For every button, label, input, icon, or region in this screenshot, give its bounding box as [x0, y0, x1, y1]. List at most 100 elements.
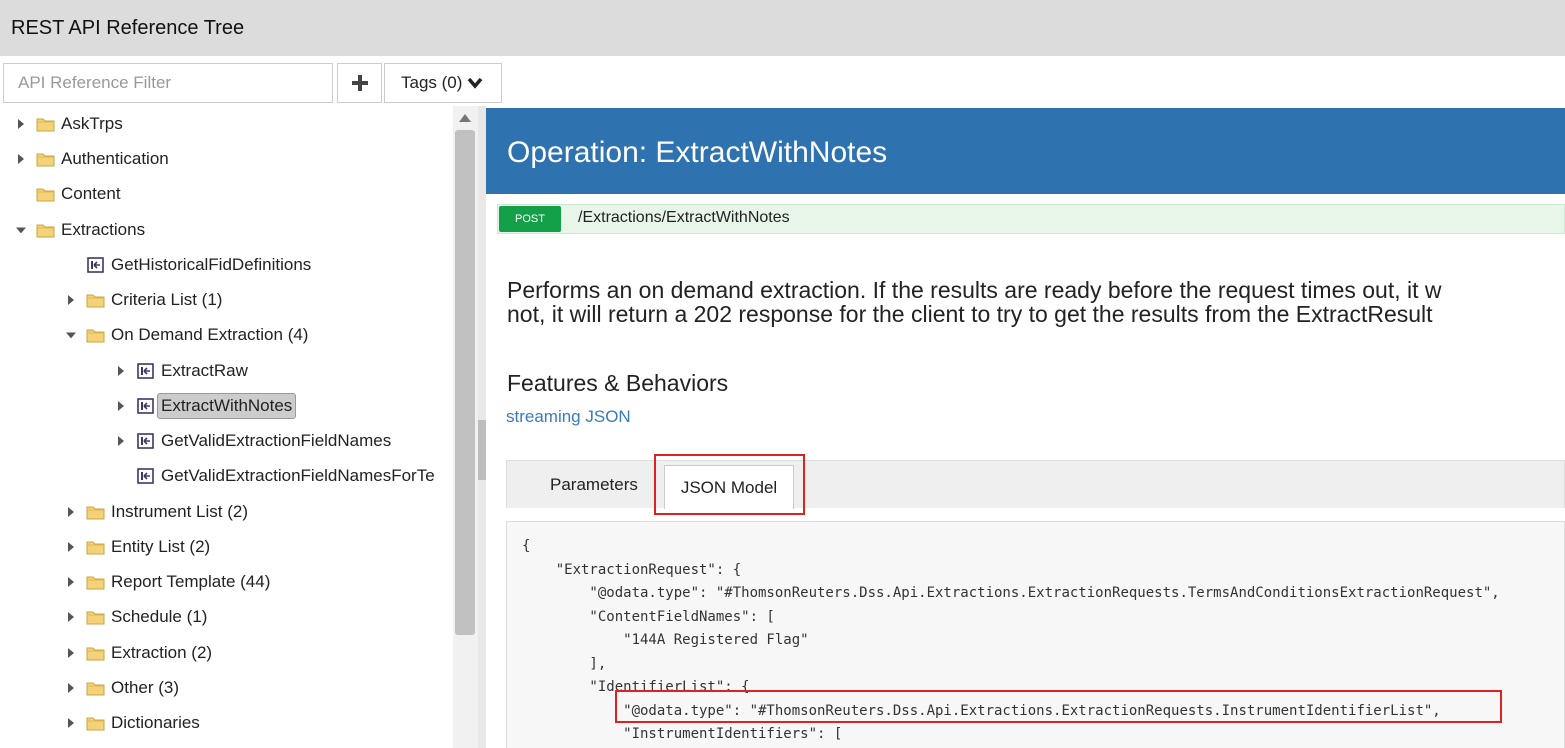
- scrollbar-thumb[interactable]: [455, 130, 475, 635]
- folder-icon: [36, 118, 55, 132]
- tree-item-authentication[interactable]: Authentication: [16, 146, 169, 172]
- expand-arrow-icon[interactable]: [66, 541, 76, 553]
- tree-item-label: Content: [61, 184, 121, 203]
- streaming-json-link[interactable]: streaming JSON: [506, 407, 631, 427]
- tree-item-label: AskTrps: [61, 114, 123, 133]
- tree-item-extractions[interactable]: Extractions: [16, 217, 145, 243]
- operation-icon: [137, 468, 154, 484]
- description-line: not, it will return a 202 response for t…: [507, 301, 1433, 327]
- folder-icon: [86, 717, 105, 731]
- code-line: "@odata.type": "#ThomsonReuters.Dss.Api.…: [522, 702, 1441, 719]
- tree-item-instrument-list[interactable]: Instrument List (2): [66, 499, 248, 525]
- folder-icon: [36, 224, 55, 238]
- splitter-handle[interactable]: [478, 420, 486, 480]
- app-title: REST API Reference Tree: [11, 17, 245, 39]
- operation-icon: [137, 433, 154, 449]
- tree-item-extraction[interactable]: Extraction (2): [66, 640, 212, 666]
- collapse-arrow-icon[interactable]: [16, 224, 26, 236]
- folder-icon: [86, 647, 105, 661]
- expand-arrow-icon[interactable]: [16, 118, 26, 130]
- tree-item-label: ExtractWithNotes: [157, 393, 297, 419]
- endpoint-path: /Extractions/ExtractWithNotes: [578, 209, 790, 226]
- api-reference-tree: AskTrps Authentication Content Extractions G…: [0, 106, 455, 748]
- folder-icon: [86, 541, 105, 555]
- collapse-arrow-icon[interactable]: [66, 329, 76, 341]
- tree-item-extractwithnotes[interactable]: ExtractWithNotes: [116, 393, 297, 419]
- tree-item-label: ExtractRaw: [161, 361, 248, 380]
- tree-item-label: GetHistoricalFidDefinitions: [111, 255, 312, 274]
- tree-item-entity-list[interactable]: Entity List (2): [66, 534, 210, 560]
- expand-arrow-icon[interactable]: [66, 611, 76, 623]
- tree-item-report-template[interactable]: Report Template (44): [66, 569, 270, 595]
- expand-arrow-icon[interactable]: [66, 682, 76, 694]
- folder-icon: [36, 188, 55, 202]
- folder-icon: [36, 153, 55, 167]
- folder-icon: [86, 506, 105, 520]
- tree-item-label: Criteria List (1): [111, 290, 223, 309]
- code-line: "ExtractionRequest": {: [522, 561, 742, 578]
- tree-item-label: Authentication: [61, 149, 169, 168]
- tree-item-gethistoricalfiddefinitions[interactable]: GetHistoricalFidDefinitions: [66, 252, 311, 278]
- folder-icon: [86, 682, 105, 696]
- tree-item-schedule[interactable]: Schedule (1): [66, 604, 207, 630]
- expand-arrow-icon[interactable]: [116, 365, 126, 377]
- code-line: "InstrumentIdentifiers": [: [522, 726, 843, 742]
- expand-arrow-icon[interactable]: [66, 717, 76, 729]
- tab-parameters[interactable]: Parameters: [550, 461, 638, 509]
- expand-arrow-icon[interactable]: [66, 506, 76, 518]
- tree-item-label: Report Template (44): [111, 572, 271, 591]
- tree-item-criteria-list[interactable]: Criteria List (1): [66, 287, 222, 313]
- tags-label: Tags (0): [401, 73, 463, 92]
- tree-item-extractraw[interactable]: ExtractRaw: [116, 358, 248, 384]
- tree-item-asktrps[interactable]: AskTrps: [16, 111, 123, 137]
- tree-item-label: Dictionaries: [111, 713, 200, 732]
- tree-item-label: Schedule (1): [111, 607, 208, 626]
- tree-item-label: Extractions: [61, 220, 146, 239]
- description-line: Performs an on demand extraction. If the…: [507, 277, 1442, 303]
- expand-arrow-icon[interactable]: [116, 400, 126, 412]
- chevron-down-icon: [468, 77, 483, 89]
- scroll-up-arrow-icon[interactable]: [459, 114, 471, 122]
- folder-icon: [86, 576, 105, 590]
- tree-item-content[interactable]: Content: [16, 181, 121, 207]
- operation-icon: [87, 257, 104, 273]
- expand-arrow-icon[interactable]: [116, 435, 126, 447]
- code-line: "ContentFieldNames": [: [522, 608, 775, 625]
- expand-arrow-icon[interactable]: [16, 153, 26, 165]
- tree-item-label: GetValidExtractionFieldNamesForTe: [161, 466, 435, 485]
- operation-description: Performs an on demand extraction. If the…: [507, 278, 1565, 326]
- tags-dropdown-button[interactable]: Tags (0): [384, 63, 502, 103]
- expand-arrow-icon[interactable]: [66, 647, 76, 659]
- endpoint-bar: POST /Extractions/ExtractWithNotes: [497, 204, 1565, 234]
- code-line: ],: [522, 655, 607, 672]
- main-content: Operation: ExtractWithNotes POST /Extrac…: [486, 106, 1565, 748]
- operation-header: Operation: ExtractWithNotes: [486, 108, 1565, 194]
- expand-arrow-icon[interactable]: [66, 576, 76, 588]
- tabs-bar: Parameters JSON Model: [506, 460, 1565, 509]
- tree-item-label: Instrument List (2): [111, 502, 248, 521]
- tree-item-dictionaries[interactable]: Dictionaries: [66, 710, 200, 736]
- operation-title: Operation: ExtractWithNotes: [507, 136, 888, 169]
- tree-item-on-demand-extraction[interactable]: On Demand Extraction (4): [66, 322, 308, 348]
- expand-arrow-icon[interactable]: [66, 294, 76, 306]
- tab-json-model[interactable]: JSON Model: [664, 465, 794, 509]
- folder-icon: [86, 611, 105, 625]
- plus-icon: [351, 75, 368, 91]
- code-line: "144A Registered Flag": [522, 632, 809, 648]
- tree-scrollbar[interactable]: [453, 106, 478, 748]
- tree-item-other[interactable]: Other (3): [66, 675, 179, 701]
- tree-item-label: GetValidExtractionFieldNames: [161, 431, 392, 450]
- http-method-badge: POST: [499, 206, 561, 232]
- json-model-code: { "ExtractionRequest": { "@odata.type": …: [506, 521, 1565, 748]
- operation-icon: [137, 363, 154, 379]
- operation-icon: [137, 398, 154, 414]
- add-button[interactable]: [337, 63, 382, 103]
- tree-item-getvalidextractionfieldnames[interactable]: GetValidExtractionFieldNames: [116, 428, 391, 454]
- tree-item-label: Entity List (2): [111, 537, 211, 556]
- api-filter-input[interactable]: [3, 63, 333, 103]
- folder-icon: [86, 329, 105, 343]
- tree-item-getvalidextractionfieldnamesforte[interactable]: GetValidExtractionFieldNamesForTe: [116, 463, 435, 489]
- code-line: "@odata.type": "#ThomsonReuters.Dss.Api.…: [522, 585, 1500, 601]
- features-title: Features & Behaviors: [507, 370, 729, 396]
- title-bar: REST API Reference Tree: [0, 0, 1565, 56]
